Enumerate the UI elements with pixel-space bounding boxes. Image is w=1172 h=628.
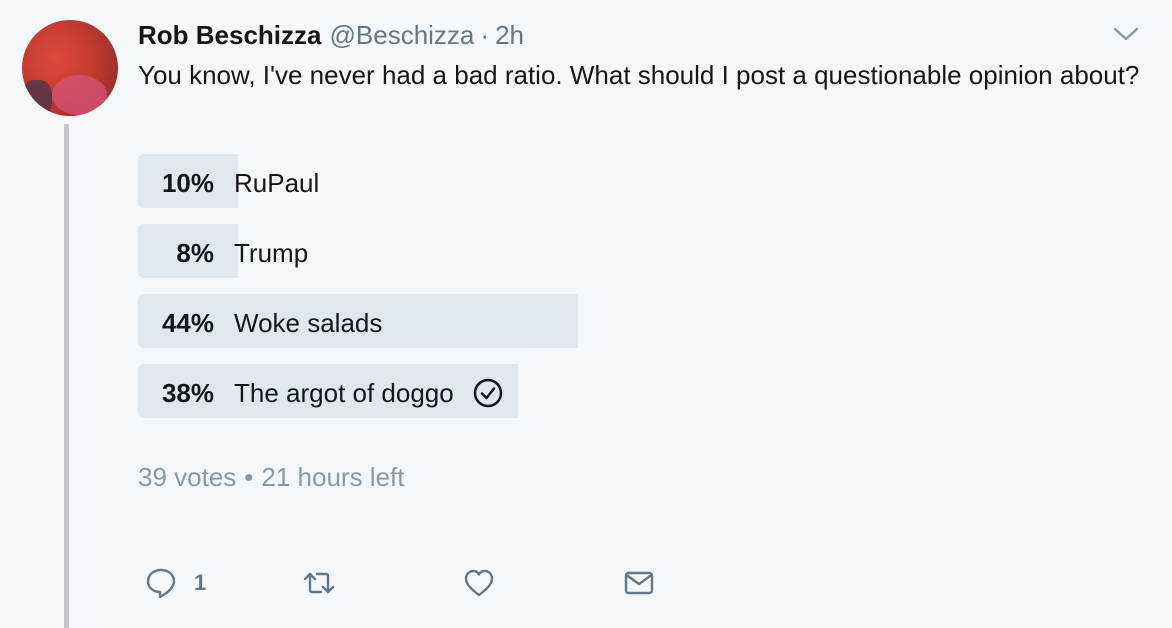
poll-label: Trump [234,238,309,268]
poll-choice: 10% RuPaul [138,154,938,208]
poll-label: Woke salads [234,308,383,338]
avatar[interactable] [22,20,118,116]
chevron-down-icon[interactable] [1112,24,1140,44]
poll-percent: 44% [161,308,214,338]
poll-choice: 44% Woke salads [138,294,938,348]
reply-icon [146,568,176,599]
poll-label: The argot of doggo [234,378,454,408]
tweet-text: You know, I've never had a bad ratio. Wh… [138,60,1140,90]
tweet-header: Rob Beschizza @Beschizza · 2h [138,18,524,52]
poll-percent: 10% [161,168,214,198]
like-button[interactable] [462,566,496,600]
author-handle[interactable]: @Beschizza [330,18,475,52]
poll-choice: 38% The argot of doggo [138,364,938,418]
thread-line [64,124,69,628]
time-left: 21 hours left [261,462,405,492]
retweet-button[interactable] [302,566,336,600]
meta-separator: • [244,462,254,492]
reply-count: 1 [194,570,207,595]
separator-dot: · [480,20,490,50]
timestamp[interactable]: 2h [495,18,524,52]
vote-count: 39 votes [138,462,237,492]
poll: 10% RuPaul 8% Trump 44% Woke salads 38% … [138,154,938,434]
direct-message-button[interactable] [622,566,656,600]
poll-choice: 8% Trump [138,224,938,278]
poll-percent: 38% [161,378,214,408]
retweet-icon [303,572,335,594]
poll-percent: 8% [176,238,214,268]
envelope-icon [624,571,654,595]
poll-label: RuPaul [234,168,320,198]
heart-icon [464,569,494,597]
check-circle-icon [473,378,502,408]
reply-button[interactable]: 1 [144,566,206,600]
author-name[interactable]: Rob Beschizza [138,18,322,52]
poll-meta: 39 votes • 21 hours left [138,460,405,494]
